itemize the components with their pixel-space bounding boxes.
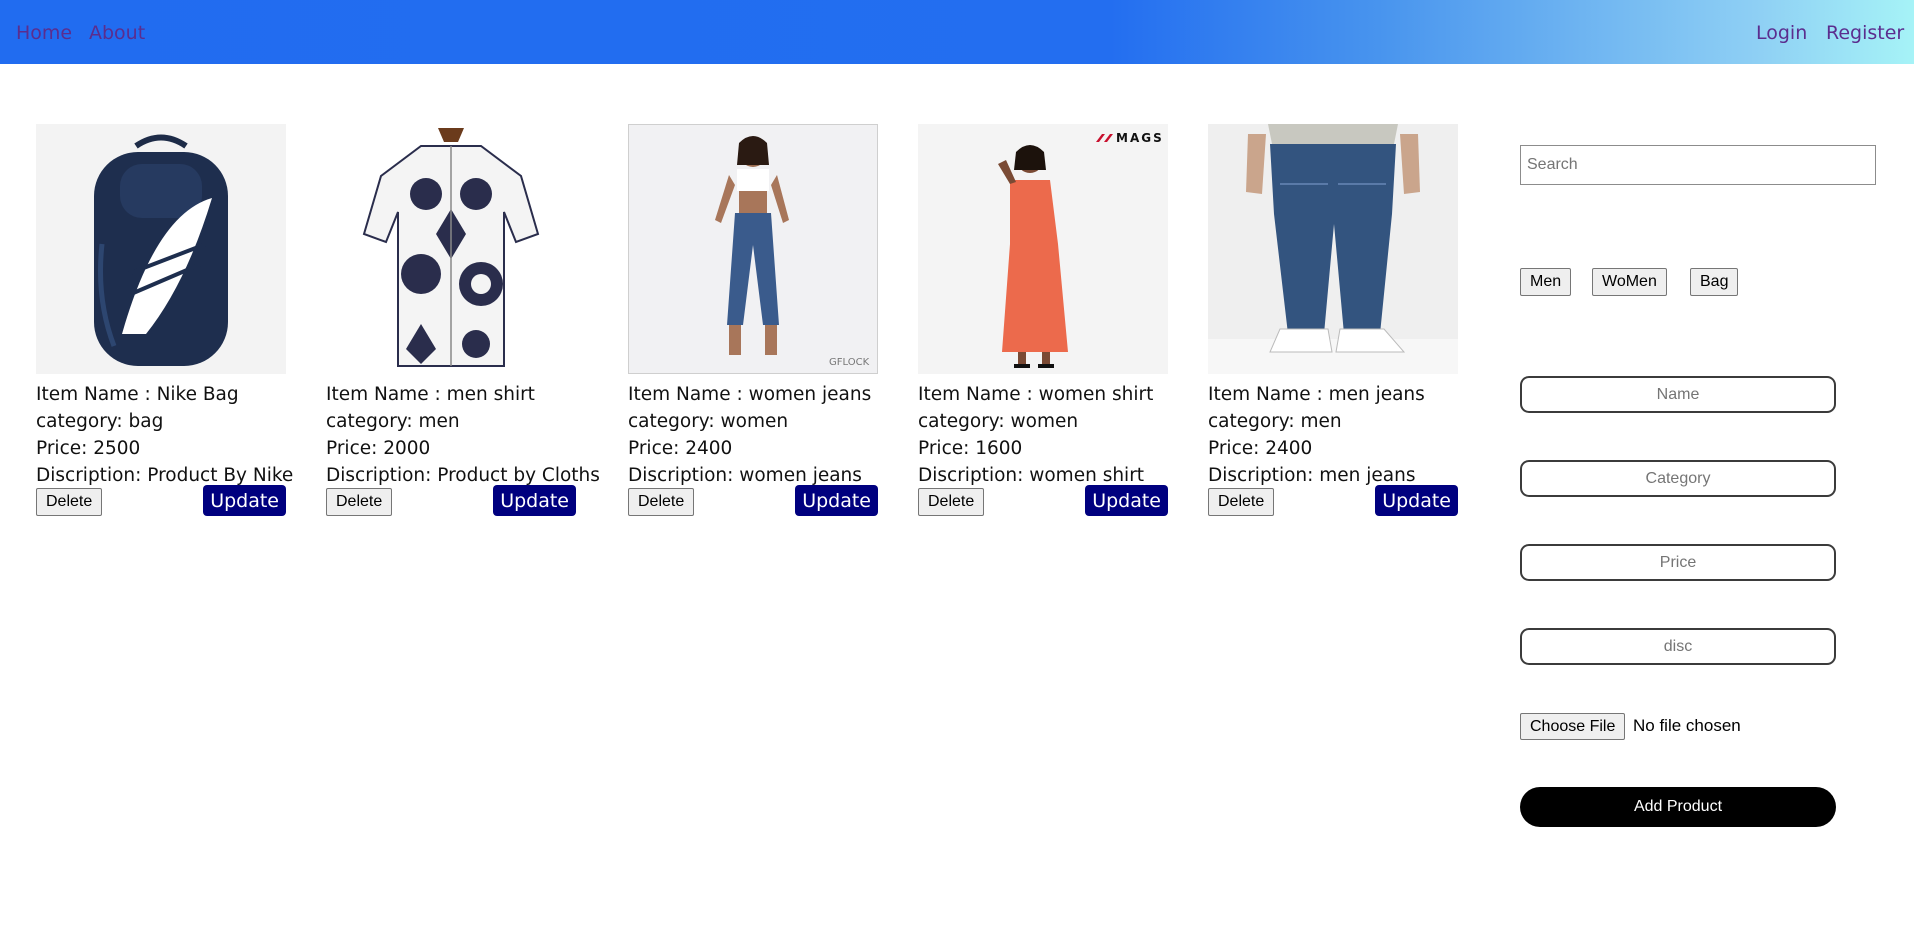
product-category: category: women xyxy=(628,411,789,432)
update-button[interactable]: Update xyxy=(203,485,286,516)
product-price: Price: 2400 xyxy=(1208,438,1313,459)
category-field[interactable] xyxy=(1520,460,1836,497)
product-category: category: women xyxy=(918,411,1079,432)
product-name: Item Name : women jeans xyxy=(628,384,872,405)
product-price: Price: 1600 xyxy=(918,438,1023,459)
product-image-shirt xyxy=(326,124,576,374)
name-field[interactable] xyxy=(1520,376,1836,413)
delete-button[interactable]: Delete xyxy=(36,488,103,516)
update-button[interactable]: Update xyxy=(1085,485,1168,516)
product-card: GFLOCK Item Name : women jeans category:… xyxy=(628,124,878,516)
product-card: Item Name : Nike Bag category: bag Price… xyxy=(36,124,293,516)
filter-bag-button[interactable]: Bag xyxy=(1690,268,1739,296)
product-card: Item Name : men jeans category: men Pric… xyxy=(1208,124,1458,516)
navbar: Home About Login Register xyxy=(0,0,1914,64)
delete-button[interactable]: Delete xyxy=(1208,488,1275,516)
search-input[interactable] xyxy=(1520,145,1876,185)
nav-about-link[interactable]: About xyxy=(89,21,145,45)
product-card: Item Name : men shirt category: men Pric… xyxy=(326,124,600,516)
product-card: MAGS Item Name : women shirt category: w… xyxy=(918,124,1168,516)
delete-button[interactable]: Delete xyxy=(918,488,985,516)
product-image-men-jeans xyxy=(1208,124,1458,374)
file-status-text: No file chosen xyxy=(1633,716,1741,735)
product-image-backpack xyxy=(36,124,286,374)
choose-file-button[interactable]: Choose File xyxy=(1520,713,1626,740)
nav-home-link[interactable]: Home xyxy=(16,21,72,45)
brand-logo-text: MAGS xyxy=(1116,131,1164,145)
product-name: Item Name : men jeans xyxy=(1208,384,1425,405)
product-category: category: men xyxy=(326,411,460,432)
product-price: Price: 2400 xyxy=(628,438,733,459)
product-name: Item Name : men shirt xyxy=(326,384,535,405)
delete-button[interactable]: Delete xyxy=(326,488,393,516)
product-image-women-jeans: GFLOCK xyxy=(628,124,878,374)
update-button[interactable]: Update xyxy=(493,485,576,516)
watermark-text: GFLOCK xyxy=(829,357,870,368)
product-category: category: bag xyxy=(36,411,164,432)
update-button[interactable]: Update xyxy=(1375,485,1458,516)
product-image-women-dress: MAGS xyxy=(918,124,1168,374)
add-product-button[interactable]: Add Product xyxy=(1520,787,1836,827)
product-name: Item Name : women shirt xyxy=(918,384,1154,405)
filter-men-button[interactable]: Men xyxy=(1520,268,1572,296)
nav-register-link[interactable]: Register xyxy=(1826,21,1904,45)
delete-button[interactable]: Delete xyxy=(628,488,695,516)
product-price: Price: 2500 xyxy=(36,438,141,459)
product-name: Item Name : Nike Bag xyxy=(36,384,239,405)
product-price: Price: 2000 xyxy=(326,438,431,459)
update-button[interactable]: Update xyxy=(795,485,878,516)
filter-women-button[interactable]: WoMen xyxy=(1592,268,1667,296)
nav-login-link[interactable]: Login xyxy=(1756,21,1807,45)
disc-field[interactable] xyxy=(1520,628,1836,665)
price-field[interactable] xyxy=(1520,544,1836,581)
product-category: category: men xyxy=(1208,411,1342,432)
